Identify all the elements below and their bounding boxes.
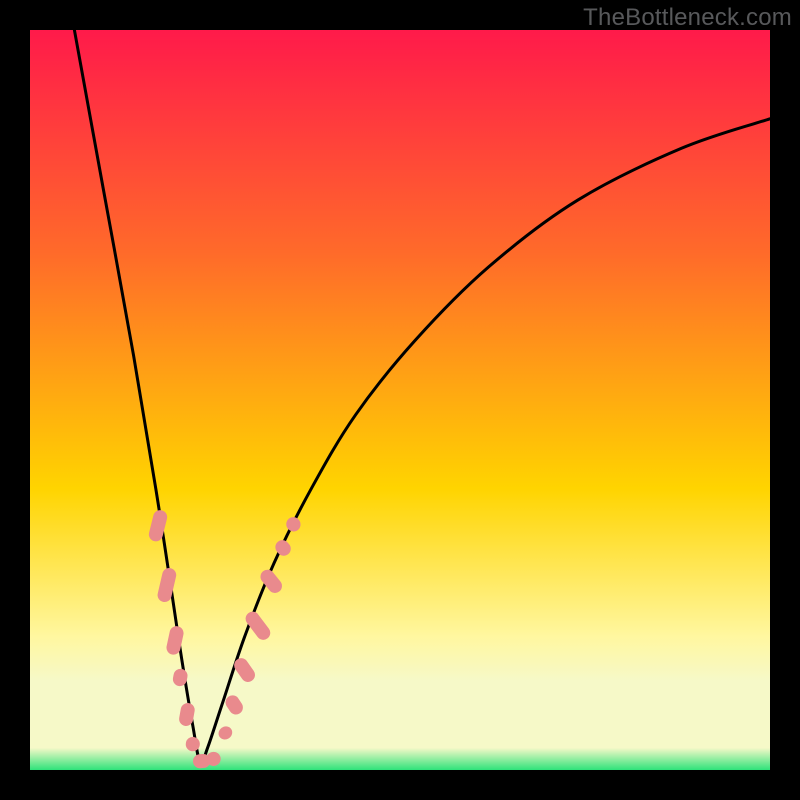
- curve-layer: [30, 30, 770, 770]
- curve-marker: [147, 509, 168, 543]
- bottleneck-curve: [74, 30, 770, 763]
- curve-marker: [216, 724, 235, 742]
- curve-markers: [147, 509, 303, 769]
- plot-area: [30, 30, 770, 770]
- curve-marker: [273, 537, 294, 558]
- curve-marker: [156, 567, 177, 604]
- curve-marker: [283, 514, 303, 534]
- chart-stage: TheBottleneck.com: [0, 0, 800, 800]
- watermark-text: TheBottleneck.com: [583, 4, 792, 32]
